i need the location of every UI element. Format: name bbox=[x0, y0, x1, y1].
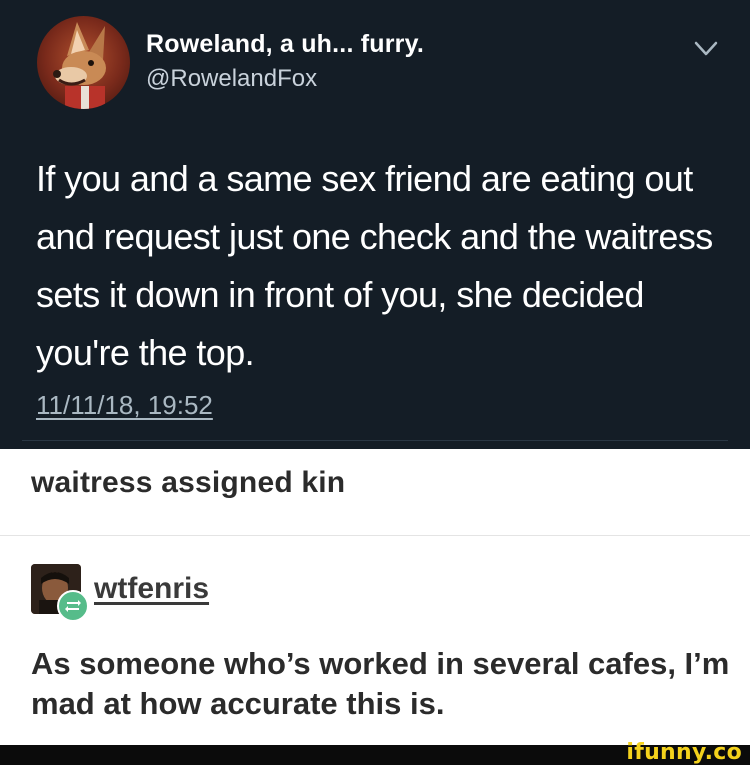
watermark-bar: ifunny.co bbox=[0, 740, 750, 765]
tweet-card: Roweland, a uh... furry. @RowelandFox If… bbox=[0, 0, 750, 449]
section-divider bbox=[0, 535, 750, 536]
ifunny-watermark: ifunny.co bbox=[626, 740, 742, 765]
user-handle[interactable]: @RowelandFox bbox=[146, 65, 317, 93]
tweet-divider bbox=[22, 440, 728, 441]
tweet-text: If you and a same sex friend are eating … bbox=[36, 158, 713, 373]
tweet-timestamp[interactable]: 11/11/18, 19:52 bbox=[36, 390, 213, 421]
reblog-icon bbox=[57, 590, 89, 622]
reblog-username[interactable]: wtfenris bbox=[94, 572, 209, 606]
reblog-comment: As someone who’s worked in several cafes… bbox=[31, 646, 730, 721]
post-caption: waitress assigned kin bbox=[31, 466, 346, 499]
display-name[interactable]: Roweland, a uh... furry. bbox=[146, 30, 424, 59]
fox-avatar-icon[interactable] bbox=[37, 16, 130, 109]
chevron-down-icon[interactable] bbox=[693, 40, 719, 58]
